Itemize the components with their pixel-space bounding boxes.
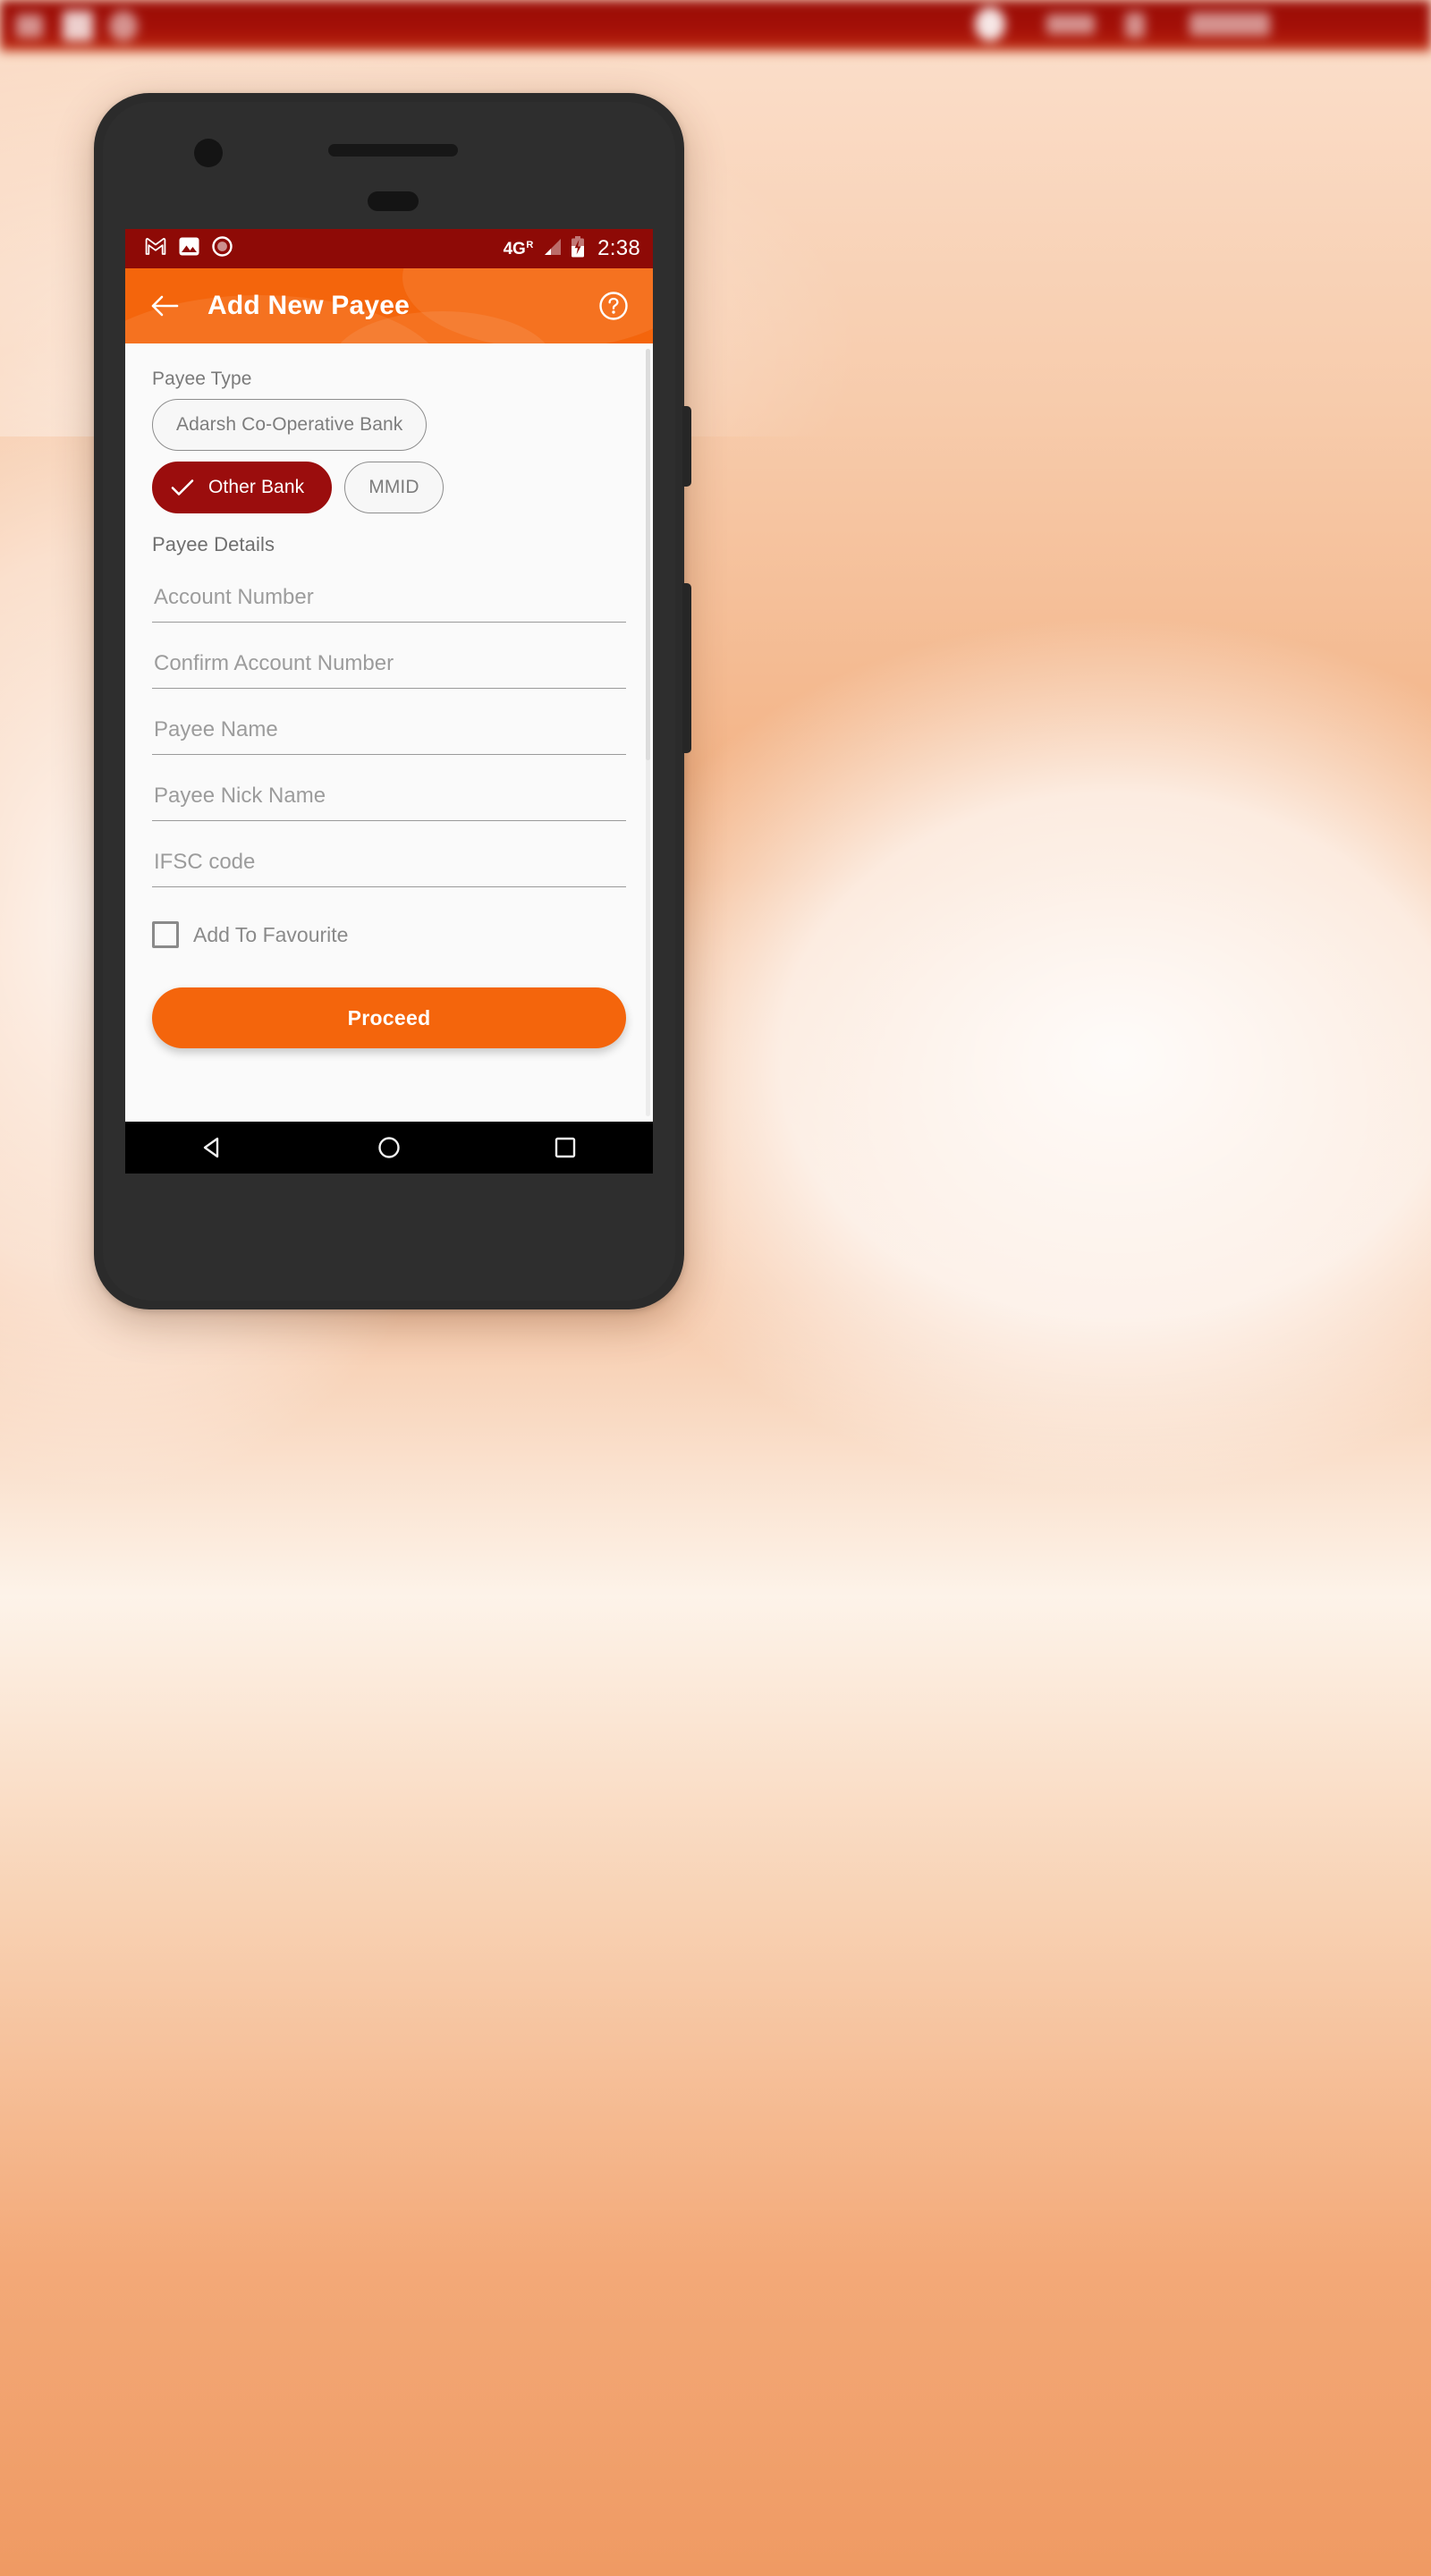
account-number-field[interactable] bbox=[152, 583, 626, 623]
power-button[interactable] bbox=[682, 583, 691, 753]
back-triangle-icon bbox=[204, 1137, 219, 1158]
confirm-account-number-field[interactable] bbox=[152, 649, 626, 689]
proceed-button-wrap: Proceed bbox=[152, 987, 626, 1048]
chrome-icon-menu bbox=[16, 14, 43, 38]
gmail-icon bbox=[145, 238, 166, 259]
add-to-favourite-row[interactable]: Add To Favourite bbox=[152, 921, 626, 948]
status-bar: 4G R 2:38 bbox=[125, 229, 653, 268]
payee-nick-name-input[interactable] bbox=[152, 782, 626, 812]
payee-name-field[interactable] bbox=[152, 716, 626, 755]
chrome-icon-clock bbox=[1190, 13, 1270, 36]
phone-screen: 4G R 2:38 Add New Payee Payee Type Adars… bbox=[125, 229, 653, 1174]
chrome-icon-wifi bbox=[975, 7, 1005, 41]
arrow-left-icon bbox=[151, 295, 179, 317]
chrome-icon-network bbox=[1046, 14, 1095, 34]
recents-square-icon bbox=[555, 1137, 575, 1158]
nav-recents-button[interactable] bbox=[536, 1122, 595, 1174]
chrome-icon-battery bbox=[1125, 13, 1145, 38]
scrollbar-thumb[interactable] bbox=[646, 349, 650, 760]
payee-details-label: Payee Details bbox=[152, 533, 275, 555]
status-bar-clock: 2:38 bbox=[597, 236, 640, 260]
form-content: Payee Type Adarsh Co-Operative Bank Othe… bbox=[125, 343, 653, 1122]
help-button[interactable] bbox=[594, 286, 633, 326]
record-icon bbox=[212, 236, 233, 261]
confirm-account-number-input[interactable] bbox=[152, 649, 626, 680]
chip-label: Adarsh Co-Operative Bank bbox=[176, 414, 403, 435]
nav-home-button[interactable] bbox=[360, 1122, 419, 1174]
chip-label: Other Bank bbox=[208, 477, 305, 497]
battery-charging-icon bbox=[571, 235, 585, 262]
phone-device: 4G R 2:38 Add New Payee Payee Type Adars… bbox=[94, 93, 691, 1309]
chrome-icon-profile bbox=[109, 11, 138, 41]
chip-label: MMID bbox=[368, 477, 419, 497]
payee-type-label: Payee Type bbox=[152, 369, 252, 389]
android-navigation-bar bbox=[125, 1122, 653, 1174]
nav-back-button[interactable] bbox=[183, 1122, 242, 1174]
add-to-favourite-checkbox[interactable] bbox=[152, 921, 179, 948]
payee-name-input[interactable] bbox=[152, 716, 626, 746]
status-bar-notifications bbox=[145, 236, 233, 261]
account-number-input[interactable] bbox=[152, 583, 626, 614]
proximity-sensor bbox=[368, 191, 419, 211]
chrome-icon-tab bbox=[63, 11, 93, 41]
ifsc-code-input[interactable] bbox=[152, 848, 626, 878]
add-to-favourite-label: Add To Favourite bbox=[193, 922, 349, 946]
help-circle-icon bbox=[599, 292, 628, 320]
ifsc-code-field[interactable] bbox=[152, 848, 626, 887]
status-bar-system: 4G R 2:38 bbox=[503, 235, 640, 262]
signal-bars-icon bbox=[542, 238, 562, 260]
chip-other-bank[interactable]: Other Bank bbox=[152, 462, 333, 513]
photos-icon bbox=[179, 237, 199, 260]
volume-button[interactable] bbox=[682, 406, 691, 487]
app-bar: Add New Payee bbox=[125, 268, 653, 343]
home-circle-icon bbox=[378, 1137, 400, 1158]
payee-type-chip-row-1: Adarsh Co-Operative Bank bbox=[152, 399, 626, 451]
back-button[interactable] bbox=[145, 286, 184, 326]
earpiece-speaker bbox=[328, 144, 458, 157]
payee-nick-name-field[interactable] bbox=[152, 782, 626, 821]
chip-mmid[interactable]: MMID bbox=[344, 462, 444, 513]
front-camera-icon bbox=[194, 139, 223, 167]
check-icon bbox=[171, 479, 194, 496]
page-title: Add New Payee bbox=[207, 291, 411, 320]
network-type-label: 4G R bbox=[503, 239, 534, 258]
proceed-button[interactable]: Proceed bbox=[152, 987, 626, 1048]
browser-chrome-bar bbox=[0, 0, 1431, 52]
payee-type-chip-row-2: Other Bank MMID bbox=[152, 462, 626, 513]
chip-adarsh-co-operative-bank[interactable]: Adarsh Co-Operative Bank bbox=[152, 399, 428, 451]
